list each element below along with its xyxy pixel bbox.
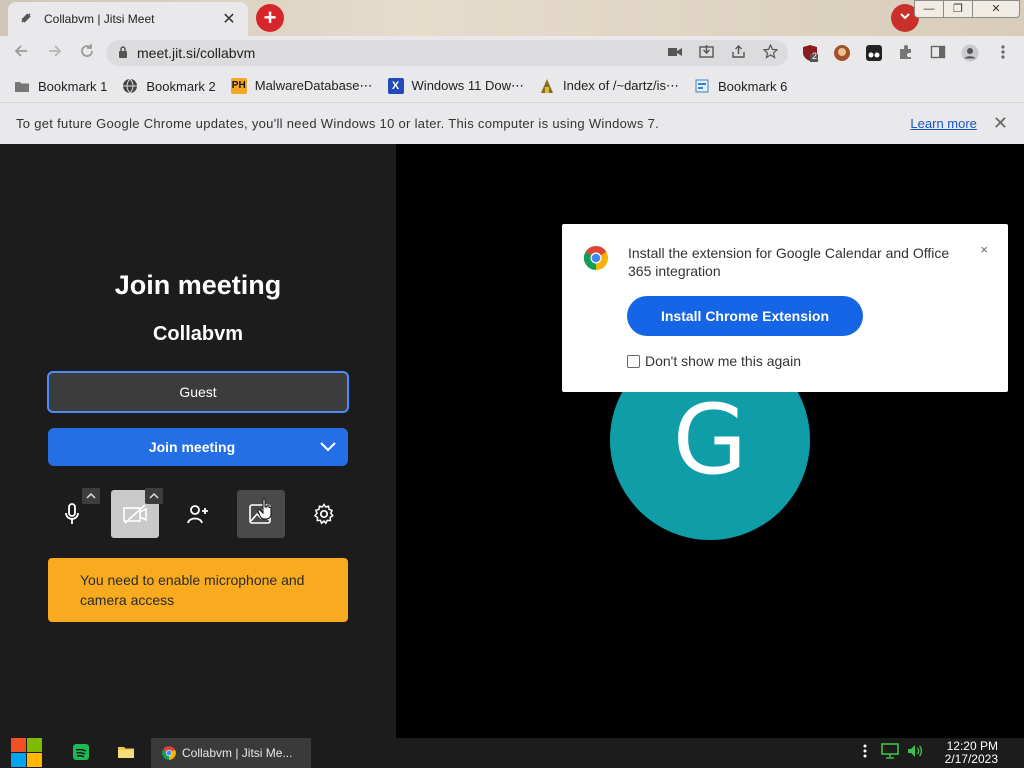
ph-icon: PH xyxy=(230,78,247,94)
browser-tab[interactable]: Collabvm | Jitsi Meet ✕ xyxy=(8,2,248,36)
extension-badge: 2 xyxy=(812,51,818,61)
windows-logo-icon xyxy=(11,738,42,767)
bookmark-item[interactable]: Index of /~dartz/is⋯ xyxy=(539,78,679,94)
restore-button[interactable]: ❐ xyxy=(943,0,973,18)
audio-options-button[interactable] xyxy=(82,488,100,504)
new-tab-button[interactable]: + xyxy=(256,4,284,32)
start-button[interactable] xyxy=(10,738,44,768)
window-controls: — ❐ ✕ xyxy=(914,0,1020,18)
reload-icon xyxy=(81,44,93,57)
bookmark-item[interactable]: Bookmark 2 xyxy=(122,78,216,94)
dialog-close-icon[interactable]: × xyxy=(980,242,988,257)
page-icon xyxy=(694,78,710,94)
extensions-puzzle-icon[interactable] xyxy=(897,44,915,62)
learn-more-link[interactable]: Learn more xyxy=(910,116,976,131)
file-explorer-icon[interactable] xyxy=(117,743,137,763)
jitsi-favicon-icon xyxy=(18,11,34,27)
chrome-logo-icon xyxy=(162,746,176,760)
bookmark-item[interactable]: Bookmark 6 xyxy=(694,78,787,94)
chrome-menu-icon[interactable] xyxy=(994,44,1012,62)
extension-promo-text: Install the extension for Google Calenda… xyxy=(628,245,950,279)
checkbox-label: Don't show me this again xyxy=(645,353,801,369)
video-options-button[interactable] xyxy=(145,488,163,504)
add-user-icon xyxy=(187,505,208,524)
browser-toolbar: meet.jit.si/collabvm 2 xyxy=(0,36,1024,70)
taskbar: Collabvm | Jitsi Me... 12:20 PM 2/17/202… xyxy=(0,738,1024,768)
back-button[interactable] xyxy=(10,42,32,64)
side-panel-icon[interactable] xyxy=(929,44,947,62)
address-bar[interactable]: meet.jit.si/collabvm xyxy=(106,40,788,66)
chrome-logo-icon xyxy=(582,244,610,272)
profile-extension-icon[interactable] xyxy=(833,44,851,62)
ublock-extension-icon[interactable]: 2 xyxy=(801,44,819,62)
chevron-up-icon xyxy=(86,493,96,499)
x-icon: X xyxy=(387,78,404,94)
bookmark-label: Bookmark 6 xyxy=(717,78,788,94)
arrow-right-icon xyxy=(49,45,62,57)
bookmark-label: MalwareDatabase⋯ xyxy=(254,78,373,93)
bookmark-label: Windows 11 Dow⋯ xyxy=(411,78,524,93)
bookmark-item[interactable]: PH MalwareDatabase⋯ xyxy=(230,78,373,94)
infobar-close-icon[interactable]: ✕ xyxy=(993,113,1008,134)
globe-icon xyxy=(122,78,138,94)
network-icon[interactable] xyxy=(880,742,899,764)
apache-icon xyxy=(539,78,555,94)
clock-date: 2/17/2023 xyxy=(944,752,998,766)
tampermonkey-extension-icon[interactable] xyxy=(865,44,883,62)
microphone-icon xyxy=(65,503,79,524)
invite-people-button[interactable] xyxy=(174,490,222,538)
lock-icon xyxy=(118,45,128,61)
arrow-left-icon xyxy=(14,45,27,57)
forward-button[interactable] xyxy=(44,42,66,64)
page-title: Join meeting xyxy=(114,270,282,300)
tray-overflow-icon[interactable] xyxy=(863,743,867,764)
permission-warning: You need to enable microphone and camera… xyxy=(48,558,348,622)
tab-strip: Collabvm | Jitsi Meet ✕ + — ❐ ✕ xyxy=(0,0,1024,36)
taskbar-clock[interactable]: 12:20 PM 2/17/2023 xyxy=(945,740,998,766)
join-meeting-button[interactable]: Join meeting xyxy=(48,428,348,466)
reload-button[interactable] xyxy=(76,42,98,64)
room-name: Collabvm xyxy=(152,323,244,345)
chevron-up-icon xyxy=(149,493,159,499)
tab-close-icon[interactable]: ✕ xyxy=(220,9,238,29)
extension-promo-dialog: Install the extension for Google Calenda… xyxy=(562,224,1008,392)
display-name-input[interactable]: Guest xyxy=(47,371,349,413)
bookmark-label: Bookmark 2 xyxy=(146,78,216,94)
camera-blocked-icon[interactable] xyxy=(668,45,682,61)
bookmark-item[interactable]: Bookmark 1 xyxy=(14,78,107,94)
join-options-chevron-icon[interactable] xyxy=(308,428,348,466)
folder-icon xyxy=(14,78,30,94)
join-meeting-label: Join meeting xyxy=(148,439,236,455)
bookmark-star-icon[interactable] xyxy=(762,43,779,62)
infobar-message: To get future Google Chrome updates, you… xyxy=(16,116,660,131)
share-icon[interactable] xyxy=(731,44,746,62)
gear-icon xyxy=(313,503,334,525)
camera-off-icon xyxy=(123,504,147,524)
minimize-button[interactable]: — xyxy=(914,0,944,18)
url-text: meet.jit.si/collabvm xyxy=(137,45,256,61)
system-tray: 12:20 PM 2/17/2023 xyxy=(863,738,1024,768)
install-extension-button[interactable]: Install Chrome Extension xyxy=(627,296,863,336)
taskbar-window-title: Collabvm | Jitsi Me... xyxy=(182,746,293,760)
bookmarks-bar: Bookmark 1 Bookmark 2 PH MalwareDatabase… xyxy=(0,70,1024,102)
bookmark-item[interactable]: X Windows 11 Dow⋯ xyxy=(387,78,524,94)
mouse-cursor-icon xyxy=(257,498,275,525)
dont-show-again-checkbox[interactable]: Don't show me this again xyxy=(627,353,801,369)
taskbar-chrome-window[interactable]: Collabvm | Jitsi Me... xyxy=(151,738,311,768)
bookmark-label: Index of /~dartz/is⋯ xyxy=(563,78,679,93)
install-app-icon[interactable] xyxy=(699,44,714,62)
spotify-taskbar-icon[interactable] xyxy=(72,743,92,763)
bookmark-label: Bookmark 1 xyxy=(38,78,108,94)
settings-button[interactable] xyxy=(300,490,348,538)
volume-icon[interactable] xyxy=(907,743,923,764)
update-infobar: To get future Google Chrome updates, you… xyxy=(0,102,1024,144)
profile-avatar-icon[interactable] xyxy=(961,44,979,62)
tab-title: Collabvm | Jitsi Meet xyxy=(44,12,155,26)
checkbox-box[interactable] xyxy=(627,354,640,368)
close-window-button[interactable]: ✕ xyxy=(972,0,1020,18)
prejoin-panel: Join meeting Collabvm Guest Join meeting… xyxy=(0,144,396,738)
chevron-down-icon xyxy=(900,13,910,20)
